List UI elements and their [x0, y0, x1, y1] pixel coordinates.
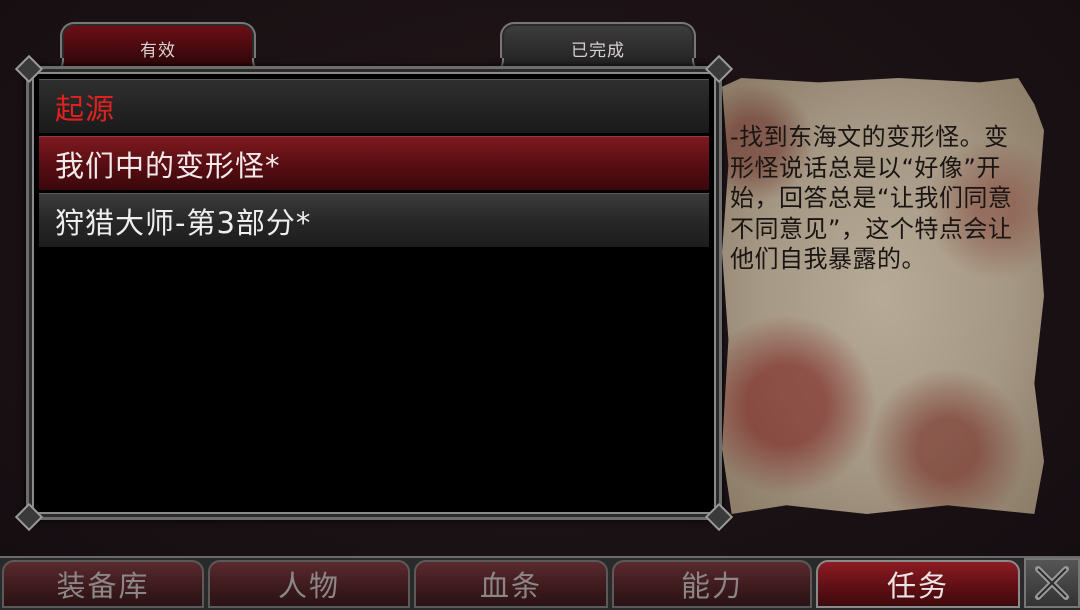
- nav-inventory-button[interactable]: 装备库: [2, 560, 204, 608]
- close-x-icon: [1035, 566, 1069, 600]
- quest-description-text: -找到东海文的变形怪。变形怪说话总是以“好像”开始，回答总是“让我们同意不同意见…: [730, 123, 1013, 273]
- tab-completed[interactable]: 已完成: [488, 22, 708, 74]
- quest-item-label: 我们中的变形怪*: [55, 148, 281, 183]
- quest-item[interactable]: 狩猎大师-第3部分*: [39, 193, 709, 247]
- nav-character-button[interactable]: 人物: [208, 560, 410, 608]
- quest-list: 起源 我们中的变形怪* 狩猎大师-第3部分*: [39, 79, 709, 250]
- nav-label: 人物: [277, 569, 340, 603]
- nav-label: 能力: [680, 569, 743, 603]
- tab-active-label: 有效: [140, 40, 176, 61]
- quest-description-parchment: -找到东海文的变形怪。变形怪说话总是以“好像”开始，回答总是“让我们同意不同意见…: [722, 78, 1044, 514]
- close-button[interactable]: [1024, 558, 1080, 608]
- quest-item-label: 狩猎大师-第3部分*: [55, 205, 312, 240]
- nav-quests-button[interactable]: 任务: [816, 560, 1020, 608]
- nav-bloodline-button[interactable]: 血条: [414, 560, 608, 608]
- nav-label: 任务: [886, 569, 949, 603]
- nav-abilities-button[interactable]: 能力: [612, 560, 812, 608]
- quest-list-panel: 起源 我们中的变形怪* 狩猎大师-第3部分*: [14, 54, 734, 532]
- nav-label: 血条: [479, 569, 542, 603]
- quest-category-label: 起源: [55, 91, 116, 126]
- tab-active[interactable]: 有效: [48, 22, 268, 74]
- tab-completed-label: 已完成: [571, 40, 625, 61]
- quest-item-selected[interactable]: 我们中的变形怪*: [39, 136, 709, 190]
- nav-label: 装备库: [56, 569, 150, 603]
- quest-category-header[interactable]: 起源: [39, 79, 709, 133]
